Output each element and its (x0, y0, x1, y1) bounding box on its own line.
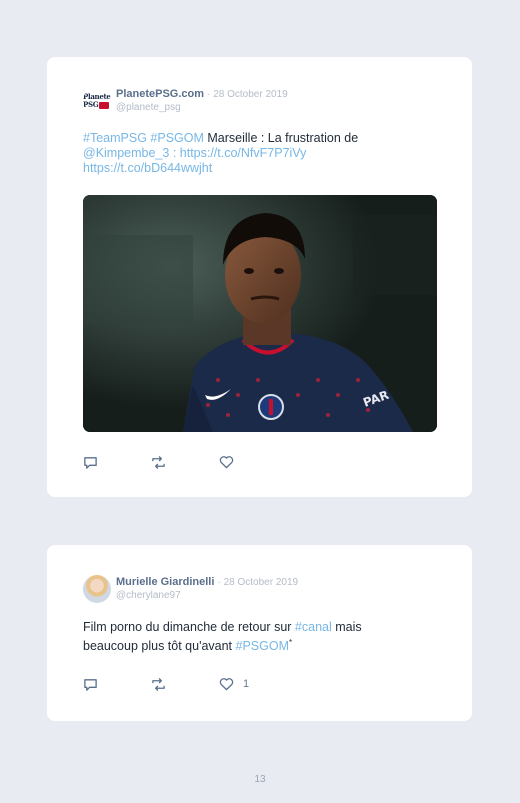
like-icon (219, 456, 234, 469)
url-link[interactable]: https://t.co/bD644wwjht (83, 161, 212, 175)
tweet-header: Murielle Giardinelli · 28 October 2019 @… (83, 573, 443, 603)
tweet-actions: 1 (83, 676, 283, 694)
retweet-button[interactable] (150, 676, 167, 692)
author-handle[interactable]: @planete_psg (116, 102, 181, 113)
avatar[interactable]: Planete PSG (83, 87, 111, 115)
tweet-card: Planete PSG PlanetePSG.com · 28 October … (47, 57, 472, 497)
avatar[interactable] (83, 575, 111, 603)
tweet-text: Film porno du dimanche de retour sur #ca… (83, 620, 403, 654)
tweet-actions (83, 454, 283, 472)
reply-button[interactable] (83, 454, 98, 470)
tweet-card: Murielle Giardinelli · 28 October 2019 @… (47, 545, 472, 721)
text-segment: Film porno du dimanche de retour sur (83, 620, 295, 634)
author-name[interactable]: Murielle Giardinelli (116, 576, 214, 588)
retweet-icon (152, 677, 165, 691)
text-segment: : (169, 146, 180, 160)
logo-text-line-2: PSG (83, 100, 99, 109)
text-segment: * (289, 638, 293, 647)
like-button[interactable] (219, 454, 243, 470)
tweet-header: Planete PSG PlanetePSG.com · 28 October … (83, 85, 443, 115)
like-icon (219, 678, 234, 691)
url-link[interactable]: https://t.co/NfvF7P7iVy (180, 146, 307, 160)
retweet-icon (152, 455, 165, 469)
player-photo-illustration: PAR (83, 195, 437, 432)
hashtag-link[interactable]: #canal (295, 620, 332, 634)
text-segment: Marseille : La frustration de (203, 131, 359, 145)
tweet-date: · 28 October 2019 (217, 577, 299, 588)
mention-link[interactable]: @Kimpembe_3 (83, 146, 169, 160)
page-number: 13 (254, 774, 266, 785)
planete-psg-logo: Planete PSG (83, 87, 111, 115)
tweet-media-image[interactable]: PAR (83, 195, 437, 432)
reply-button[interactable] (83, 676, 98, 692)
reply-icon (84, 456, 97, 469)
tweet-text: #TeamPSG #PSGOM Marseille : La frustrati… (83, 131, 423, 176)
hashtag-link[interactable]: #PSGOM (150, 131, 204, 145)
like-count: 1 (243, 678, 250, 690)
hashtag-link[interactable]: #PSGOM (236, 639, 290, 653)
hashtag-link[interactable]: #TeamPSG (83, 131, 147, 145)
author-handle[interactable]: @cherylane97 (116, 590, 181, 601)
reply-icon (84, 678, 97, 691)
like-button[interactable]: 1 (219, 676, 249, 692)
author-name[interactable]: PlanetePSG.com (116, 88, 204, 100)
tweet-date: · 28 October 2019 (207, 89, 288, 100)
retweet-button[interactable] (150, 454, 167, 470)
psg-badge-icon (99, 101, 110, 109)
